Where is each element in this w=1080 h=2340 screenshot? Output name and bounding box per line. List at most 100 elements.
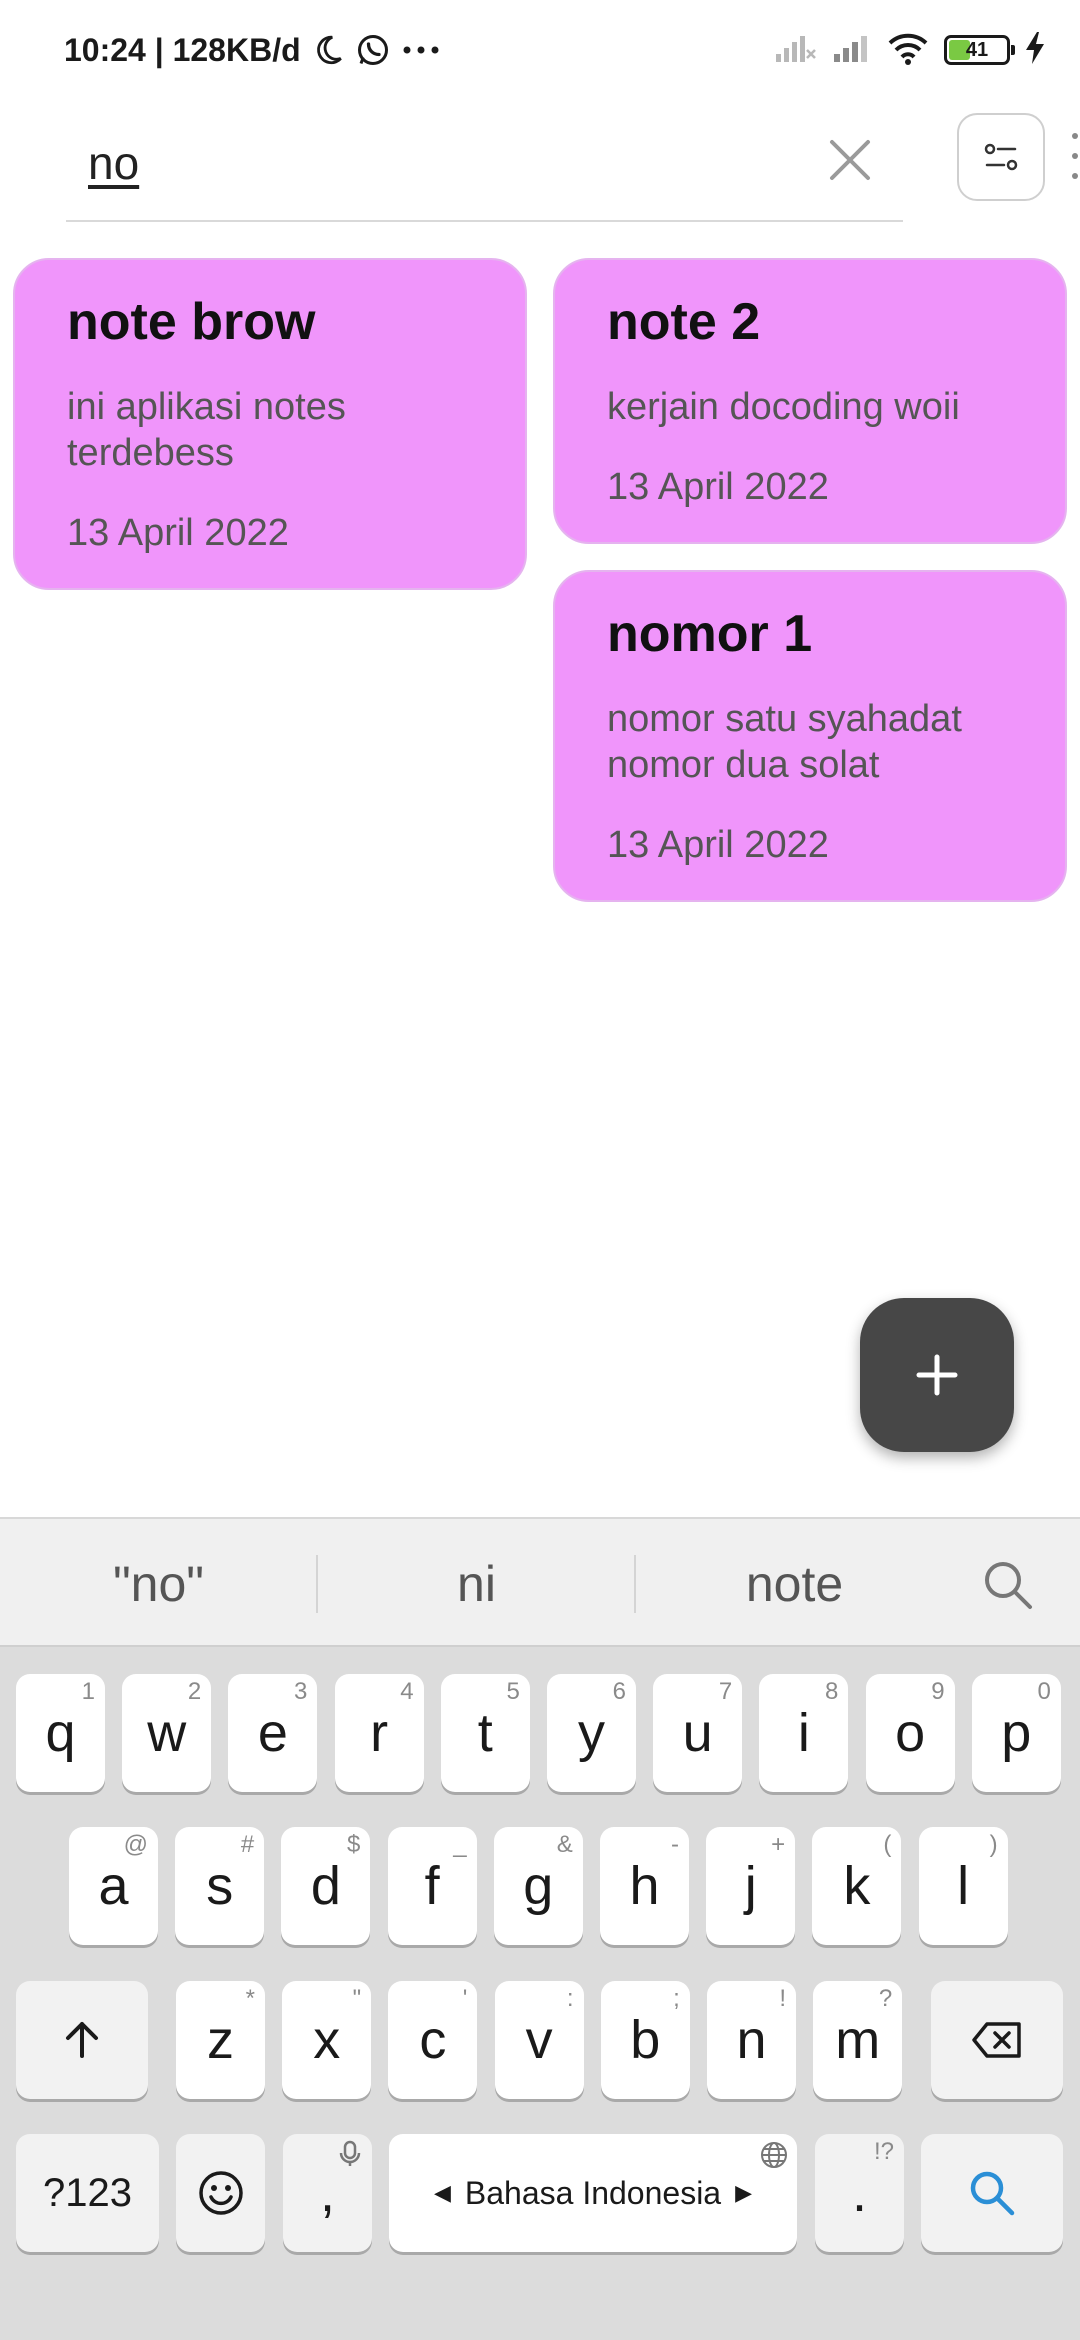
period-key[interactable]: . !? <box>815 2134 904 2252</box>
key-label: w <box>147 1703 187 1763</box>
key-label: l <box>957 1856 970 1916</box>
key-hint: - <box>671 1831 679 1858</box>
key-j[interactable]: j + <box>706 1827 796 1945</box>
key-hint: * <box>245 1985 255 2012</box>
key-hint: 5 <box>506 1678 520 1705</box>
key-label: f <box>424 1856 440 1916</box>
backspace-key[interactable] <box>931 1981 1063 2099</box>
key-hint: ' <box>462 1985 468 2012</box>
key-z[interactable]: z * <box>176 1981 265 2099</box>
space-key[interactable]: ◀ Bahasa Indonesia ▶ <box>389 2134 797 2252</box>
key-k[interactable]: k( <box>812 1827 902 1945</box>
key-t[interactable]: t5 <box>440 1674 530 1792</box>
key-hint: " <box>352 1985 362 2012</box>
key-label: y <box>578 1703 605 1763</box>
key-l[interactable]: l) <box>918 1827 1008 1945</box>
key-n[interactable]: n! <box>707 1981 796 2099</box>
note-title: note 2 <box>607 293 761 351</box>
key-u[interactable]: u7 <box>653 1674 743 1792</box>
key-label: e <box>257 1703 288 1763</box>
key-b[interactable]: b; <box>600 1981 690 2099</box>
key-label: x <box>313 2010 341 2070</box>
key-hint: 2 <box>187 1678 202 1705</box>
key-c[interactable]: c ' <box>388 1981 478 2099</box>
key-q[interactable]: q1 <box>16 1674 105 1792</box>
suggestion-item[interactable]: "no" <box>0 1519 317 1649</box>
key-hint: 1 <box>81 1678 95 1705</box>
globe-icon <box>761 2142 787 2168</box>
comma-key-label: , <box>319 2163 335 2223</box>
comma-key[interactable]: , <box>283 2134 372 2252</box>
plus-icon <box>916 1354 958 1396</box>
emoji-key[interactable] <box>176 2134 265 2252</box>
note-card[interactable]: nomor 1 nomor satu syahadat nomor dua so… <box>553 570 1067 902</box>
key-p[interactable]: p0 <box>971 1674 1061 1792</box>
emoji-icon <box>198 2171 243 2215</box>
search-icon[interactable] <box>980 1557 1036 1613</box>
key-label: q <box>45 1703 76 1763</box>
key-e[interactable]: e3 <box>228 1674 318 1792</box>
suggestion-item[interactable]: ni <box>318 1519 635 1649</box>
key-o[interactable]: o9 <box>865 1674 955 1792</box>
key-label: t <box>477 1703 493 1763</box>
key-label: c <box>419 2010 447 2070</box>
add-note-button[interactable] <box>860 1298 1014 1452</box>
note-card[interactable]: note 2 kerjain docoding woii 13 April 20… <box>553 258 1067 544</box>
key-label: k <box>843 1856 871 1916</box>
shift-key[interactable] <box>16 1981 148 2099</box>
key-hint: $ <box>347 1831 361 1858</box>
key-label: r <box>370 1703 389 1763</box>
key-label: b <box>630 2010 661 2070</box>
charging-bolt-icon <box>1024 31 1046 70</box>
search-input[interactable]: no <box>88 136 139 190</box>
key-x[interactable]: x " <box>282 1981 372 2099</box>
on-screen-keyboard: "no" ni note q 1 w 2 e 3 r 4 t 5 y 6 u 7 i 8 o 9 p 0 a @ s # d $ f… <box>0 1517 1080 2340</box>
symbols-key[interactable]: ?123 <box>16 2134 159 2252</box>
key-hint: 9 <box>931 1678 945 1705</box>
status-time-speed: 10:24 | 128KB/d <box>64 31 301 68</box>
status-right: 41 <box>774 28 1046 72</box>
key-label: n <box>736 2010 767 2070</box>
key-i[interactable]: i8 <box>759 1674 849 1792</box>
key-label: m <box>835 2010 881 2070</box>
filter-button[interactable] <box>957 113 1045 201</box>
key-label: s <box>206 1856 234 1916</box>
search-bar[interactable]: no <box>66 110 903 222</box>
key-hint: : <box>566 1985 574 2012</box>
status-left: 10:24 | 128KB/d <box>64 28 441 72</box>
key-label: d <box>310 1856 341 1916</box>
key-a[interactable]: a @ <box>69 1827 158 1945</box>
key-hint: 8 <box>825 1678 839 1705</box>
overflow-menu-icon[interactable] <box>1070 133 1080 179</box>
key-hint: 3 <box>294 1678 308 1705</box>
key-w[interactable]: w2 <box>122 1674 212 1792</box>
key-hint: ( <box>883 1831 892 1858</box>
battery-level-text: 41 <box>965 39 989 61</box>
key-s[interactable]: s # <box>175 1827 265 1945</box>
key-f[interactable]: f _ <box>387 1827 477 1945</box>
key-hint: + <box>771 1831 786 1858</box>
key-h[interactable]: h- <box>600 1827 689 1945</box>
key-hint: _ <box>453 1831 467 1858</box>
search-action-key[interactable] <box>921 2134 1063 2252</box>
signal-sim2-icon <box>832 32 872 69</box>
key-y[interactable]: y6 <box>547 1674 636 1792</box>
note-body: nomor satu syahadat nomor dua solat <box>607 698 962 786</box>
key-v[interactable]: v: <box>494 1981 584 2099</box>
clear-search-button[interactable] <box>818 128 882 192</box>
suggestion-item[interactable]: note <box>636 1519 953 1649</box>
key-hint: & <box>556 1831 573 1858</box>
notes-search-screen: 10:24 | 128KB/d 41 no note brow ini apli… <box>0 0 1080 2340</box>
note-body: ini aplikasi notes terdebess <box>67 386 346 474</box>
note-card[interactable]: note brow ini aplikasi notes terdebess 1… <box>13 258 527 590</box>
note-body: kerjain docoding woii <box>607 386 960 428</box>
key-label: u <box>682 1703 713 1763</box>
suggestion-strip: "no" ni note <box>0 1517 1080 1647</box>
period-key-label: . <box>851 2163 867 2223</box>
key-r[interactable]: r4 <box>334 1674 424 1792</box>
key-hint: 6 <box>612 1678 626 1705</box>
key-g[interactable]: g & <box>493 1827 583 1945</box>
key-label: p <box>1001 1703 1032 1763</box>
key-d[interactable]: d $ <box>281 1827 371 1945</box>
key-m[interactable]: m? <box>813 1981 903 2099</box>
